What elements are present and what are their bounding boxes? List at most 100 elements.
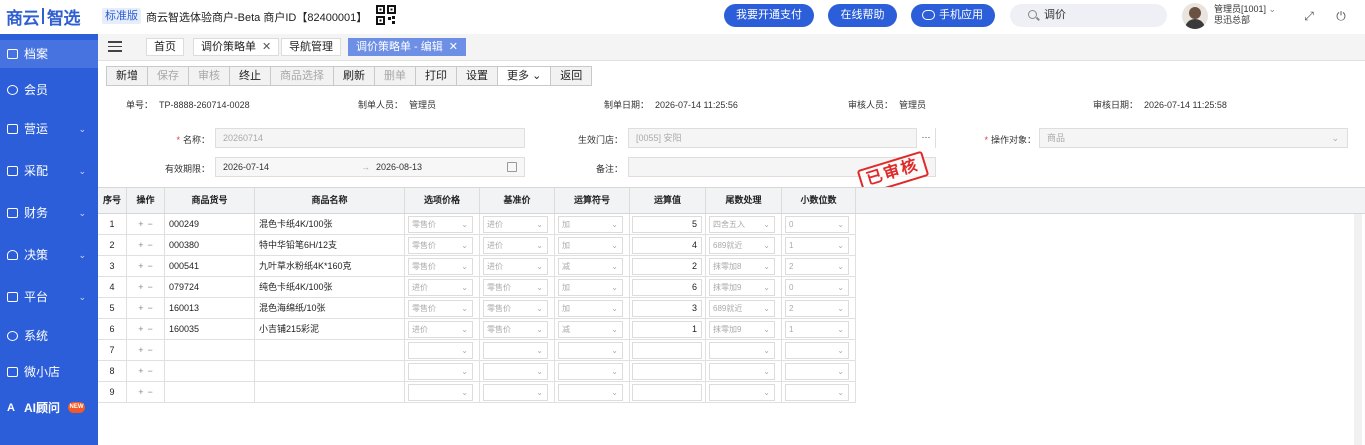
operand-input[interactable]: 1 <box>632 321 702 338</box>
sidebar-item-ai[interactable]: A AI顾问 NEW <box>0 394 98 422</box>
delete-doc-button[interactable]: 删单 <box>374 66 416 86</box>
close-icon[interactable]: ✕ <box>262 41 271 53</box>
add-row-icon[interactable]: + <box>138 345 143 355</box>
operand-input[interactable]: 6 <box>632 279 702 296</box>
tail-handling-select[interactable]: 689就近 ⌄ <box>709 300 775 317</box>
add-row-icon[interactable]: + <box>138 240 143 250</box>
price-option-select[interactable]: 进价 ⌄ <box>408 279 473 296</box>
base-price-select[interactable]: 零售价 ⌄ <box>483 279 548 296</box>
table-cell-code[interactable]: 079724 <box>165 277 255 298</box>
operand-input[interactable]: 4 <box>632 237 702 254</box>
base-price-select[interactable]: ⌄ <box>483 342 548 359</box>
table-cell-code[interactable]: 000380 <box>165 235 255 256</box>
price-option-select[interactable]: ⌄ <box>408 384 473 401</box>
price-option-select[interactable]: 零售价 ⌄ <box>408 216 473 233</box>
period-range[interactable]: 2026-07-14 → 2026-08-13 <box>215 157 525 177</box>
sidebar-item-operation[interactable]: 营运 ⌄ <box>0 115 98 143</box>
tail-handling-select[interactable]: ⌄ <box>709 363 775 380</box>
select-product-button[interactable]: 商品选择 <box>270 66 334 86</box>
add-row-icon[interactable]: + <box>138 219 143 229</box>
add-row-icon[interactable]: + <box>138 366 143 376</box>
table-cell-name[interactable] <box>255 340 405 361</box>
print-button[interactable]: 打印 <box>415 66 457 86</box>
add-row-icon[interactable]: + <box>138 261 143 271</box>
sidebar-item-finance[interactable]: 财务 ⌄ <box>0 199 98 227</box>
operator-select[interactable]: 加 ⌄ <box>558 237 623 254</box>
table-cell-code[interactable] <box>165 382 255 403</box>
period-start[interactable]: 2026-07-14 <box>223 162 269 172</box>
sidebar-item-member[interactable]: 会员 <box>0 76 98 104</box>
base-price-select[interactable]: 进价 ⌄ <box>483 258 548 275</box>
operator-select[interactable]: ⌄ <box>558 342 623 359</box>
avatar[interactable] <box>1182 3 1208 29</box>
table-cell-code[interactable] <box>165 361 255 382</box>
sidebar-item-platform[interactable]: 平台 ⌄ <box>0 283 98 311</box>
search-box[interactable]: 调价 <box>1010 4 1167 27</box>
operand-input[interactable]: 5 <box>632 216 702 233</box>
remove-row-icon[interactable]: − <box>148 282 153 292</box>
table-cell-name[interactable] <box>255 361 405 382</box>
table-cell-code[interactable] <box>165 340 255 361</box>
operand-input[interactable] <box>632 384 702 401</box>
base-price-select[interactable]: 进价 ⌄ <box>483 237 548 254</box>
table-cell-code[interactable]: 000541 <box>165 256 255 277</box>
base-price-select[interactable]: ⌄ <box>483 384 548 401</box>
decimal-select[interactable]: 0 ⌄ <box>785 279 849 296</box>
tail-handling-select[interactable]: 抹零加8 ⌄ <box>709 258 775 275</box>
remove-row-icon[interactable]: − <box>148 345 153 355</box>
table-cell-name[interactable]: 小吉铺215彩泥 <box>255 319 405 340</box>
power-icon[interactable]: ⏻ <box>1334 9 1348 23</box>
remove-row-icon[interactable]: − <box>148 366 153 376</box>
add-row-icon[interactable]: + <box>138 324 143 334</box>
more-button[interactable]: 更多 ⌄ <box>497 66 552 86</box>
add-row-icon[interactable]: + <box>138 282 143 292</box>
audit-button[interactable]: 审核 <box>188 66 230 86</box>
tab-navigation[interactable]: 导航管理 <box>281 38 341 56</box>
price-option-select[interactable]: ⌄ <box>408 342 473 359</box>
remove-row-icon[interactable]: − <box>148 324 153 334</box>
decimal-select[interactable]: ⌄ <box>785 363 849 380</box>
decimal-select[interactable]: 1 ⌄ <box>785 321 849 338</box>
sidebar-item-mini-store[interactable]: 微小店 <box>0 358 98 386</box>
table-cell-name[interactable] <box>255 382 405 403</box>
remove-row-icon[interactable]: − <box>148 219 153 229</box>
price-option-select[interactable]: ⌄ <box>408 363 473 380</box>
calendar-icon[interactable] <box>507 162 517 172</box>
operator-select[interactable]: ⌄ <box>558 384 623 401</box>
operator-select[interactable]: ⌄ <box>558 363 623 380</box>
terminate-button[interactable]: 终止 <box>229 66 271 86</box>
mobile-app-button[interactable]: 手机应用 <box>911 4 995 27</box>
base-price-select[interactable]: ⌄ <box>483 363 548 380</box>
operator-select[interactable]: 减 ⌄ <box>558 258 623 275</box>
sidebar-item-purchase[interactable]: 采配 ⌄ <box>0 157 98 185</box>
table-cell-name[interactable]: 混色卡纸4K/100张 <box>255 214 405 235</box>
menu-toggle-icon[interactable] <box>108 41 122 52</box>
decimal-select[interactable]: 2 ⌄ <box>785 258 849 275</box>
table-cell-code[interactable]: 000249 <box>165 214 255 235</box>
operator-select[interactable]: 加 ⌄ <box>558 216 623 233</box>
price-option-select[interactable]: 进价 ⌄ <box>408 321 473 338</box>
tail-handling-select[interactable]: ⌄ <box>709 384 775 401</box>
tab-home[interactable]: 首页 <box>146 38 184 56</box>
user-info[interactable]: 管理员[1001] ⌄ 思迅总部 <box>1214 4 1276 26</box>
table-cell-code[interactable]: 160013 <box>165 298 255 319</box>
price-option-select[interactable]: 零售价 ⌄ <box>408 237 473 254</box>
price-option-select[interactable]: 零售价 ⌄ <box>408 300 473 317</box>
store-field[interactable]: [0055] 安阳 ··· <box>628 128 936 148</box>
decimal-select[interactable]: 1 ⌄ <box>785 237 849 254</box>
refresh-button[interactable]: 刷新 <box>333 66 375 86</box>
ellipsis-icon[interactable]: ··· <box>916 128 935 148</box>
table-cell-name[interactable]: 九叶草水粉纸4K*160克 <box>255 256 405 277</box>
tail-handling-select[interactable]: ⌄ <box>709 342 775 359</box>
name-field[interactable]: 20260714 <box>215 128 525 148</box>
settings-button[interactable]: 设置 <box>456 66 498 86</box>
sidebar-item-decision[interactable]: 决策 ⌄ <box>0 241 98 269</box>
online-help-button[interactable]: 在线帮助 <box>828 4 897 27</box>
base-price-select[interactable]: 零售价 ⌄ <box>483 300 548 317</box>
table-cell-name[interactable]: 特中华铅笔6H/12支 <box>255 235 405 256</box>
operand-input[interactable] <box>632 342 702 359</box>
price-option-select[interactable]: 零售价 ⌄ <box>408 258 473 275</box>
vertical-scrollbar[interactable] <box>1354 214 1362 445</box>
base-price-select[interactable]: 零售价 ⌄ <box>483 321 548 338</box>
table-cell-name[interactable]: 混色海绵纸/10张 <box>255 298 405 319</box>
